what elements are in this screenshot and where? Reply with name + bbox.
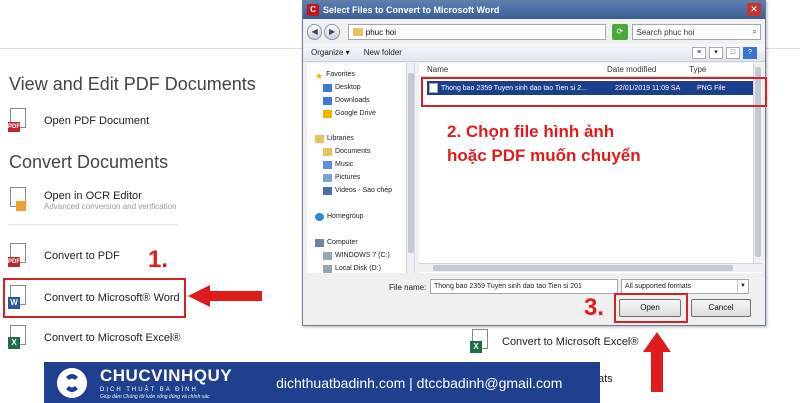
brand-name: CHUCVINHQUY bbox=[100, 365, 233, 385]
file-name-row: File name: Thong bao 2359 Tuyen sinh dao… bbox=[303, 279, 765, 295]
nav-downloads[interactable]: Downloads bbox=[323, 95, 370, 106]
computer-icon bbox=[315, 238, 324, 247]
nav-videos[interactable]: Videos - Sao chép bbox=[323, 185, 392, 196]
close-button[interactable]: ✕ bbox=[747, 3, 761, 16]
videos-icon bbox=[323, 186, 332, 195]
formats-text-fragment: ats bbox=[598, 373, 613, 385]
step-2-label: 2. Chọn file hình ảnh bbox=[447, 122, 615, 141]
app-logo-icon: C bbox=[307, 4, 319, 16]
excel-doc-icon: X bbox=[8, 325, 30, 351]
nav-documents[interactable]: Documents bbox=[323, 146, 370, 157]
file-name-input[interactable]: Thong bao 2359 Tuyen sinh dao tao Tien s… bbox=[430, 279, 618, 294]
organize-button[interactable]: Organize ▾ bbox=[311, 48, 350, 57]
desktop-icon bbox=[323, 83, 332, 92]
ocr-editor-sub: Advanced conversion and verification bbox=[44, 201, 177, 211]
brand-subtitle: DỊCH THUẬT BA ĐÌNH bbox=[100, 386, 198, 393]
pdf-doc-icon: PDF bbox=[8, 108, 30, 134]
drive-icon bbox=[323, 109, 332, 118]
col-type[interactable]: Type bbox=[689, 65, 706, 74]
nav-google-drive[interactable]: Google Drive bbox=[323, 108, 376, 119]
up-arrow-icon bbox=[643, 332, 671, 392]
left-arrow-icon bbox=[188, 285, 262, 307]
view-icon[interactable]: ≡ bbox=[692, 46, 706, 59]
file-name-label: File name: bbox=[389, 283, 427, 292]
search-icon: ⌕ bbox=[752, 27, 757, 36]
file-highlight-box bbox=[421, 77, 767, 107]
open-highlight-box bbox=[614, 293, 688, 323]
search-placeholder: Search phuc hoi bbox=[636, 27, 695, 37]
back-button[interactable]: ◀ bbox=[307, 24, 323, 40]
contact-text: dichthuatbadinh.com | dtccbadinh@gmail.c… bbox=[276, 374, 563, 391]
open-pdf-item[interactable]: PDF Open PDF Document bbox=[8, 105, 149, 137]
horizontal-scrollbar[interactable] bbox=[419, 263, 762, 272]
nav-favorites[interactable]: ★ Favorites bbox=[315, 69, 355, 81]
pictures-icon bbox=[323, 173, 332, 182]
convert-pdf-label: Convert to PDF bbox=[44, 250, 120, 262]
section-title-convert: Convert Documents bbox=[9, 152, 169, 172]
nav-libraries[interactable]: Libraries bbox=[315, 133, 354, 144]
ocr-editor-item[interactable]: Open in OCR Editor Advanced conversion a… bbox=[8, 184, 177, 216]
convert-excel-item[interactable]: X Convert to Microsoft Excel® bbox=[8, 322, 180, 354]
convert-pdf-item[interactable]: PDF Convert to PDF bbox=[8, 240, 120, 272]
star-icon: ★ bbox=[315, 70, 324, 81]
convert-excel-label-2: Convert to Microsoft Excel® bbox=[502, 336, 639, 348]
section-title-view-edit: View and Edit PDF Documents bbox=[9, 74, 256, 94]
word-highlight-box bbox=[3, 278, 186, 318]
screenshot: View and Edit PDF Documents PDF Open PDF… bbox=[0, 0, 800, 403]
open-pdf-label: Open PDF Document bbox=[44, 115, 150, 127]
ocr-editor-label: Open in OCR Editor bbox=[44, 189, 142, 202]
nav-music[interactable]: Music bbox=[323, 159, 353, 170]
brand-block: CHUCVINHQUY DỊCH THUẬT BA ĐÌNH Giúp đảm … bbox=[100, 366, 232, 400]
folder-icon bbox=[352, 28, 363, 36]
nav-scrollbar[interactable] bbox=[406, 63, 414, 273]
homegroup-icon bbox=[315, 212, 324, 221]
excel-doc-icon-2: X bbox=[470, 329, 492, 355]
format-select[interactable]: All supported formats ▼ bbox=[621, 279, 749, 294]
path-input[interactable]: phuc hoi bbox=[347, 24, 607, 40]
dialog-titlebar: C Select Files to Convert to Microsoft W… bbox=[303, 1, 765, 19]
convert-excel-label: Convert to Microsoft Excel® bbox=[44, 332, 181, 344]
dialog-title: Select Files to Convert to Microsoft Wor… bbox=[323, 5, 500, 15]
drive-d-icon bbox=[323, 264, 332, 273]
ocr-editor-icon bbox=[8, 187, 30, 213]
convert-excel-item-2[interactable]: X Convert to Microsoft Excel® bbox=[470, 326, 638, 358]
path-text: phuc hoi bbox=[365, 27, 397, 37]
cancel-button[interactable]: Cancel bbox=[691, 299, 751, 317]
nav-d-drive[interactable]: Local Disk (D:) bbox=[323, 263, 381, 273]
dialog-toolbar: Organize ▾ New folder ≡ ▾ □ ? bbox=[303, 44, 765, 62]
nav-homegroup[interactable]: Homegroup bbox=[315, 211, 364, 222]
column-headers: Name Date modified Type bbox=[419, 63, 762, 77]
view-dropdown-icon[interactable]: ▾ bbox=[709, 46, 723, 59]
nav-pictures[interactable]: Pictures bbox=[323, 172, 360, 183]
step-3-label: 3. bbox=[584, 294, 605, 321]
documents-icon bbox=[323, 147, 332, 156]
col-name[interactable]: Name bbox=[427, 65, 448, 74]
watermark-banner: CHUCVINHQUY DỊCH THUẬT BA ĐÌNH Giúp đảm … bbox=[44, 362, 600, 403]
new-folder-button[interactable]: New folder bbox=[364, 48, 402, 57]
pdf-convert-icon: PDF bbox=[8, 243, 30, 269]
chevron-down-icon: ▼ bbox=[737, 280, 748, 293]
nav-c-drive[interactable]: WINDOWS 7 (C:) bbox=[323, 250, 390, 261]
format-value: All supported formats bbox=[625, 283, 692, 290]
step-1-label: 1. bbox=[148, 246, 169, 273]
preview-pane-icon[interactable]: □ bbox=[726, 46, 740, 59]
refresh-button[interactable]: ⟳ bbox=[612, 24, 628, 40]
drive-c-icon bbox=[323, 251, 332, 260]
brand-logo-icon bbox=[57, 367, 87, 398]
divider bbox=[8, 224, 178, 225]
brand-tagline: Giúp đảm Chúng tôi luôn sống đúng và chí… bbox=[100, 393, 210, 400]
step-2-label-line2: hoặc PDF muốn chuyển bbox=[447, 146, 641, 165]
help-icon[interactable]: ? bbox=[743, 46, 757, 59]
col-date[interactable]: Date modified bbox=[607, 65, 656, 74]
forward-button[interactable]: ▶ bbox=[324, 24, 340, 40]
libraries-icon bbox=[315, 134, 324, 143]
navigation-pane: ★ Favorites Desktop Downloads Google Driv… bbox=[307, 63, 415, 273]
nav-computer[interactable]: Computer bbox=[315, 237, 358, 248]
address-bar: ◀ ▶ phuc hoi ⟳ Search phuc hoi ⌕ bbox=[307, 22, 761, 42]
search-input[interactable]: Search phuc hoi ⌕ bbox=[631, 24, 761, 40]
downloads-icon bbox=[323, 96, 332, 105]
music-icon bbox=[323, 160, 332, 169]
nav-desktop[interactable]: Desktop bbox=[323, 82, 361, 93]
